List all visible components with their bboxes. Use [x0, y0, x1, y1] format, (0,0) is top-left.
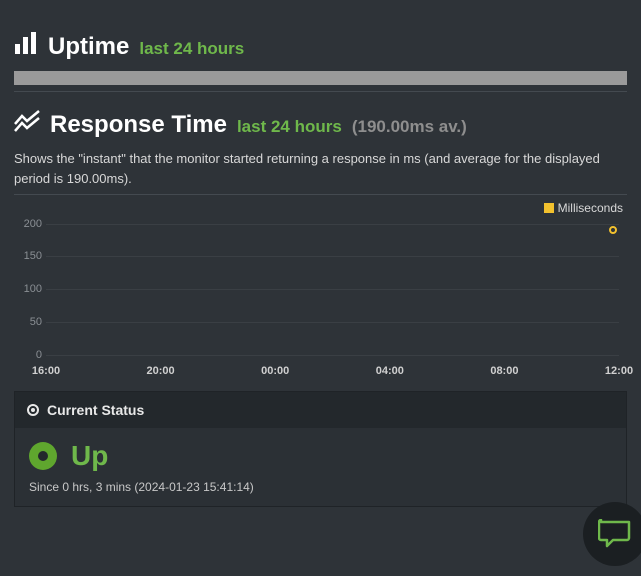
response-chart: Milliseconds 0 50 100 150 200 16:00 20:00 00:00… [14, 194, 627, 377]
status-state: Up [71, 440, 108, 472]
gridline [46, 224, 619, 225]
response-subtitle: last 24 hours [237, 117, 342, 137]
uptime-header: Uptime last 24 hours [14, 32, 627, 61]
legend-swatch [544, 203, 554, 213]
trend-line-icon [14, 110, 40, 132]
chart-legend: Milliseconds [14, 201, 627, 215]
response-average: (190.00ms av.) [352, 117, 467, 137]
response-header: Response Time last 24 hours (190.00ms av… [14, 110, 627, 139]
chat-widget-button[interactable] [583, 502, 641, 566]
x-tick-label: 04:00 [376, 365, 404, 377]
y-tick-label: 150 [14, 250, 42, 262]
current-status-title: Current Status [47, 402, 144, 418]
record-icon [29, 442, 57, 470]
bar-chart-icon [14, 32, 38, 54]
status-since: Since 0 hrs, 3 mins (2024-01-23 15:41:14… [29, 480, 612, 494]
divider [14, 91, 627, 92]
current-status-card: Current Status Up Since 0 hrs, 3 mins (2… [14, 391, 627, 507]
gridline [46, 322, 619, 323]
radio-dot-icon [27, 404, 39, 416]
current-status-header: Current Status [15, 392, 626, 428]
y-tick-label: 100 [14, 283, 42, 295]
x-tick-label: 12:00 [605, 365, 633, 377]
response-description: Shows the "instant" that the monitor sta… [14, 149, 627, 188]
uptime-title: Uptime [48, 33, 129, 61]
y-tick-label: 200 [14, 218, 42, 230]
chart-plot-area: 05010015020016:0020:0000:0004:0008:0012:… [14, 217, 627, 377]
uptime-subtitle: last 24 hours [139, 39, 244, 59]
x-tick-label: 00:00 [261, 365, 289, 377]
y-tick-label: 50 [14, 316, 42, 328]
gridline [46, 289, 619, 290]
response-title: Response Time [50, 111, 227, 139]
status-line: Up [29, 440, 612, 472]
uptime-bar [14, 71, 627, 85]
gridline [46, 256, 619, 257]
data-point [609, 226, 617, 234]
y-tick-label: 0 [14, 349, 42, 361]
x-tick-label: 08:00 [490, 365, 518, 377]
x-tick-label: 20:00 [147, 365, 175, 377]
gridline [46, 355, 619, 356]
x-tick-label: 16:00 [32, 365, 60, 377]
legend-label: Milliseconds [558, 201, 623, 215]
